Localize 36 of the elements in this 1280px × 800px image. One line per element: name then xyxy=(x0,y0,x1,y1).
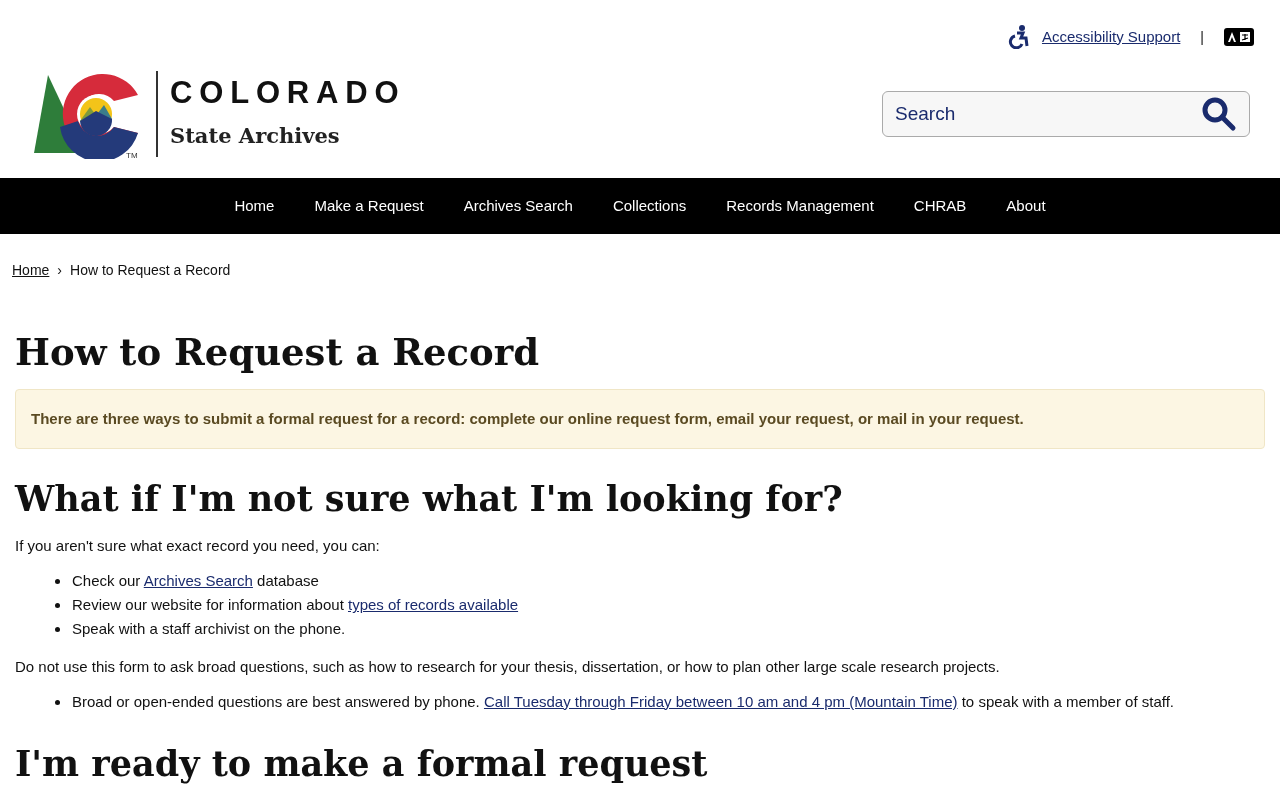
section-heading: What if I'm not sure what I'm looking for? xyxy=(15,477,844,521)
list-item-text: Speak with a staff archivist on the phone. xyxy=(72,619,346,640)
wheelchair-icon xyxy=(1007,25,1030,49)
bullet-icon xyxy=(55,579,60,584)
list-item-text: Check our Archives Search database xyxy=(72,571,319,592)
section-heading: I'm ready to make a formal request xyxy=(15,742,709,786)
translate-icon[interactable] xyxy=(1224,28,1254,46)
alert-text: There are three ways to submit a formal request for a record: complete our online request form, email your request, or mail in your request. xyxy=(31,410,1024,428)
nav-link[interactable]: About xyxy=(1006,194,1046,218)
search-input[interactable]: Search xyxy=(895,99,1145,129)
text-link[interactable]: types of records available xyxy=(348,596,519,614)
separator: | xyxy=(1199,27,1205,47)
breadcrumb-link[interactable]: Home xyxy=(12,260,50,281)
nav-link[interactable]: Home xyxy=(234,194,275,218)
text-link[interactable]: Archives Search xyxy=(143,572,253,590)
text-link[interactable]: Call Tuesday through Friday between 10 am and 4 pm (Mountain Time) xyxy=(483,692,958,710)
nav-link[interactable]: Archives Search xyxy=(463,194,573,218)
logo-subtitle: State Archives xyxy=(170,121,341,150)
bullet-icon xyxy=(55,627,60,632)
nav-link[interactable]: Records Management xyxy=(726,194,874,218)
logo-wordmark: COLORADO xyxy=(170,76,406,108)
list-item-text: Broad or open-ended questions are best answered by phone. Call Tuesday through Friday between 10 am and 4 pm (Mountain Time) to speak with a member of staff. xyxy=(72,691,1175,712)
paragraph: If you aren't sure what exact record you need, you can: xyxy=(15,537,380,554)
breadcrumb-separator: › xyxy=(57,261,63,280)
paragraph: Do not use this form to ask broad questions, such as how to research for your thesis, dissertation, or how to plan other large scale research projects. xyxy=(15,657,1000,675)
bullet-icon xyxy=(55,699,60,705)
nav-link[interactable]: Collections xyxy=(612,194,687,218)
nav-link[interactable]: CHRAB xyxy=(913,194,967,218)
breadcrumb-current: How to Request a Record xyxy=(70,261,231,280)
bullet-icon xyxy=(55,603,60,608)
search-icon[interactable] xyxy=(1201,96,1237,132)
nav-link[interactable]: Make a Request xyxy=(314,194,424,218)
list-item-text: Review our website for information about types of records available xyxy=(72,595,519,616)
search-field[interactable]: Search xyxy=(882,91,1250,137)
page-title: How to Request a Record xyxy=(15,329,541,376)
accessibility-link[interactable]: Accessibility Support xyxy=(1041,25,1181,49)
